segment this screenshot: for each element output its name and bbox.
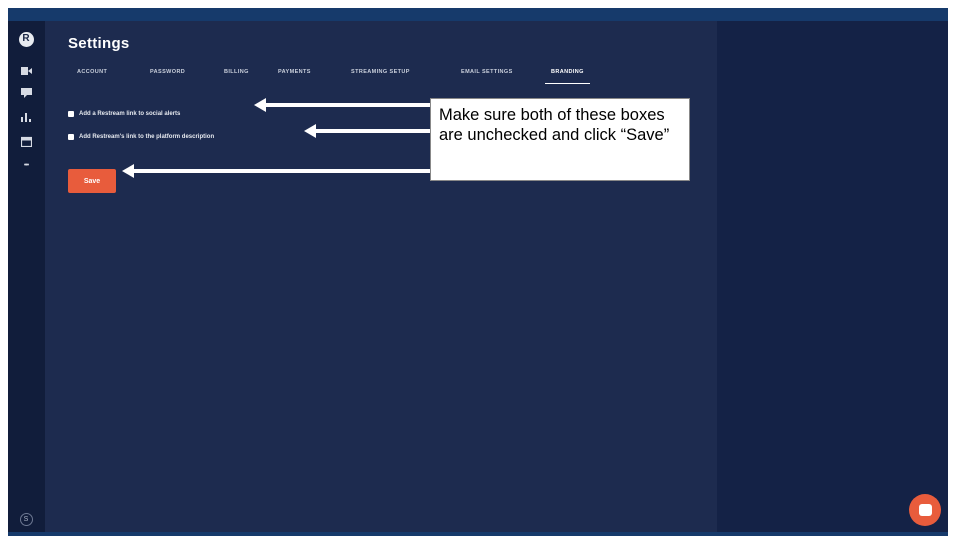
option-platform-description-link: Add Restream's link to the platform desc… <box>68 134 214 140</box>
restream-logo-icon[interactable]: R <box>18 31 34 47</box>
analytics-icon[interactable] <box>18 109 34 125</box>
social-alerts-label: Add a Restream link to social alerts <box>79 111 181 117</box>
top-bar <box>8 8 948 21</box>
calendar-icon[interactable] <box>18 133 34 149</box>
chat-icon[interactable] <box>18 85 34 101</box>
tab-email-settings[interactable]: EMAIL SETTINGS <box>461 69 513 75</box>
platform-description-label: Add Restream's link to the platform desc… <box>79 134 215 140</box>
tab-payments[interactable]: PAYMENTS <box>278 69 311 75</box>
platform-description-checkbox[interactable] <box>68 134 74 140</box>
app-window: R ••• S Settings ACCOUNT PASSWORD BILLIN… <box>8 8 948 536</box>
page-title: Settings <box>68 35 130 52</box>
right-panel <box>717 21 948 532</box>
support-chat-button[interactable] <box>909 494 941 526</box>
user-avatar[interactable]: S <box>18 511 34 527</box>
more-icon[interactable]: ••• <box>18 157 34 173</box>
chat-bubble-icon <box>918 504 932 516</box>
social-alerts-checkbox[interactable] <box>68 111 74 117</box>
sidebar: R ••• S <box>8 21 45 532</box>
option-social-alerts-link: Add a Restream link to social alerts <box>68 111 180 117</box>
tab-branding[interactable]: BRANDING <box>545 69 590 84</box>
bottom-bar <box>8 532 948 536</box>
video-camera-icon[interactable] <box>18 63 34 79</box>
tab-billing[interactable]: BILLING <box>224 69 249 75</box>
tab-password[interactable]: PASSWORD <box>150 69 185 75</box>
annotation-callout: Make sure both of these boxes are unchec… <box>430 98 690 181</box>
save-button[interactable]: Save <box>68 169 116 193</box>
tab-account[interactable]: ACCOUNT <box>77 69 107 75</box>
tab-streaming-setup[interactable]: STREAMING SETUP <box>351 69 410 75</box>
